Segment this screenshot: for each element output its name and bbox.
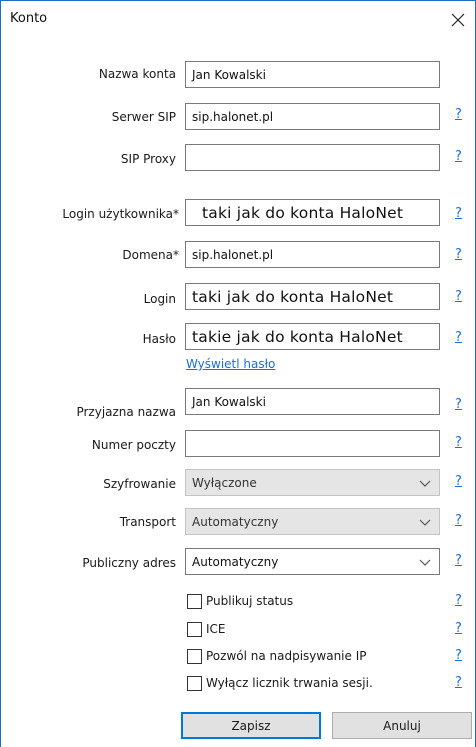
close-icon [451,13,465,27]
login-input[interactable]: taki jak do konta HaloNet [185,283,440,310]
ice-checkbox-row[interactable]: ICE [187,620,226,638]
allow-ip-rewrite-checkbox[interactable] [187,648,202,664]
allow-ip-rewrite-label: Pozwól na nadpisywanie IP [206,649,367,663]
transport-select[interactable]: Automatyczny [185,508,440,535]
ice-label: ICE [206,622,226,636]
encryption-value: Wyłączone [192,475,257,490]
sip-server-input[interactable]: sip.halonet.pl [185,103,440,130]
transport-help-link[interactable]: ? [455,513,462,528]
sip-proxy-label: SIP Proxy [120,152,176,166]
transport-value: Automatyczny [192,514,279,529]
display-name-help-link[interactable]: ? [455,397,462,412]
username-help-link[interactable]: ? [455,206,462,221]
domain-help-link[interactable]: ? [455,247,462,262]
disable-session-timer-checkbox-row[interactable]: Wyłącz licznik trwania sesji. [187,674,373,692]
chevron-down-icon [419,480,431,487]
login-label: Login [143,292,176,306]
username-required-mark: * [173,207,179,221]
display-name-label: Przyjazna nazwa [76,405,176,419]
password-input[interactable]: takie jak do konta HaloNet [185,323,440,350]
disable-session-timer-help-link[interactable]: ? [455,675,462,690]
login-value: taki jak do konta HaloNet [192,287,394,306]
username-value: taki jak do konta HaloNet [202,203,404,222]
display-name-input[interactable]: Jan Kowalski [185,388,440,415]
account-dialog: Konto Nazwa konta Jan Kowalski Serwer SI… [0,0,476,747]
save-button[interactable]: Zapisz [181,712,321,739]
username-input[interactable]: taki jak do konta HaloNet [185,199,440,226]
close-button[interactable] [443,7,473,33]
account-name-value: Jan Kowalski [192,67,266,82]
account-name-input[interactable]: Jan Kowalski [185,61,440,88]
encryption-help-link[interactable]: ? [455,474,462,489]
password-help-link[interactable]: ? [455,330,462,345]
public-address-label: Publiczny adres [82,556,176,570]
account-name-label: Nazwa konta [98,67,176,81]
disable-session-timer-checkbox[interactable] [187,675,202,691]
ice-help-link[interactable]: ? [455,621,462,636]
chevron-down-icon [419,559,431,566]
publish-status-label: Publikuj status [206,594,294,608]
login-help-link[interactable]: ? [455,289,462,304]
show-password-link[interactable]: Wyświetl hasło [186,357,275,371]
chevron-down-icon [419,519,431,526]
password-value: takie jak do konta HaloNet [192,327,403,346]
public-address-value: Automatyczny [192,554,279,569]
public-address-help-link[interactable]: ? [455,553,462,568]
cancel-button[interactable]: Anuluj [332,712,472,739]
voicemail-help-link[interactable]: ? [455,435,462,450]
domain-label: Domena* [122,248,179,262]
domain-required-mark: * [173,248,179,262]
sip-server-value: sip.halonet.pl [192,109,274,124]
sip-server-help-link[interactable]: ? [455,107,462,122]
ice-checkbox[interactable] [187,621,202,637]
sip-proxy-input[interactable] [185,144,440,171]
domain-input[interactable]: sip.halonet.pl [185,241,440,268]
disable-session-timer-label: Wyłącz licznik trwania sesji. [206,676,373,690]
sip-server-label: Serwer SIP [111,110,176,124]
window-title: Konto [10,11,48,26]
title-bar: Konto [1,1,475,39]
encryption-select[interactable]: Wyłączone [185,469,440,496]
password-label: Hasło [142,332,176,346]
publish-status-checkbox-row[interactable]: Publikuj status [187,592,293,610]
encryption-label: Szyfrowanie [103,477,176,491]
transport-label: Transport [119,515,176,529]
publish-status-help-link[interactable]: ? [455,593,462,608]
allow-ip-rewrite-checkbox-row[interactable]: Pozwól na nadpisywanie IP [187,647,367,665]
domain-value: sip.halonet.pl [192,247,274,262]
allow-ip-rewrite-help-link[interactable]: ? [455,648,462,663]
username-label: Login użytkownika* [62,207,179,221]
display-name-value: Jan Kowalski [192,394,266,409]
voicemail-input[interactable] [185,430,440,457]
publish-status-checkbox[interactable] [187,593,202,609]
sip-proxy-help-link[interactable]: ? [455,149,462,164]
voicemail-label: Numer poczty [91,438,176,452]
public-address-select[interactable]: Automatyczny [185,548,440,575]
